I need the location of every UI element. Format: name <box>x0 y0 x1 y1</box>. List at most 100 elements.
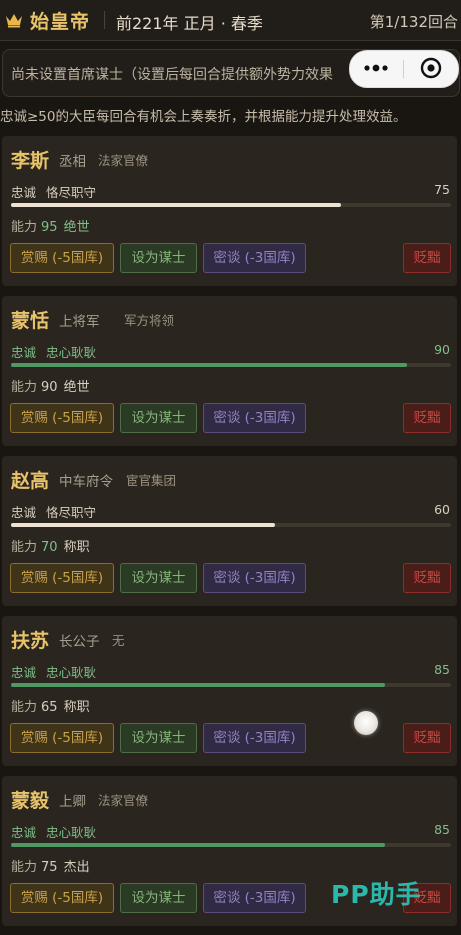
minister-card: 蒙恬 上将军 军方将领 忠诚 忠心耿耿 90 能力 90 绝世 赏赐 (-5国库) 设… <box>2 296 457 446</box>
top-bar: 始皇帝 前221年 正月 · 春季 第1/132回合 <box>0 0 461 41</box>
loyalty-bar <box>11 683 451 687</box>
secret-talk-button[interactable]: 密谈 (-3国库) <box>203 563 306 593</box>
ability-label: 能力 <box>11 220 38 235</box>
touch-cursor <box>354 711 378 735</box>
ability-row: 能力 90 绝世 <box>11 376 90 395</box>
ability-grade: 绝世 <box>63 220 90 235</box>
header-divider <box>104 11 105 29</box>
loyalty-bar-fill <box>11 363 407 367</box>
loyalty-bar-fill <box>11 843 385 847</box>
set-advisor-button[interactable]: 设为谋士 <box>120 883 197 913</box>
loyalty-row: 忠诚 恪尽职守 <box>11 182 96 201</box>
loyalty-bar-fill <box>11 683 385 687</box>
loyalty-value: 85 <box>434 662 450 677</box>
ability-grade: 杰出 <box>63 860 90 875</box>
ability-value: 70 <box>41 540 58 555</box>
minister-name: 扶苏 <box>11 630 50 652</box>
loyalty-bar <box>11 843 451 847</box>
loyalty-label: 忠诚 <box>11 505 37 520</box>
ability-label: 能力 <box>11 540 38 555</box>
minister-card: 赵高 中车府令 宦官集团 忠诚 恪尽职守 60 能力 70 称职 赏赐 (-5国库) … <box>2 456 457 606</box>
watermark-text: PP助手 <box>331 880 422 909</box>
chief-advisor-text: 尚未设置首席谋士（设置后每回合提供额外势力效果 <box>11 67 333 83</box>
minister-faction: 军方将领 <box>124 313 175 328</box>
demote-button[interactable]: 贬黜 <box>403 403 451 433</box>
minister-faction: 法家官僚 <box>98 793 149 808</box>
reward-button[interactable]: 赏赐 (-5国库) <box>10 403 114 433</box>
loyalty-bar <box>11 363 451 367</box>
game-date: 前221年 正月 · 春季 <box>116 14 263 33</box>
minister-rank: 长公子 <box>59 634 100 650</box>
minister-card: 李斯 丞相 法家官僚 忠诚 恪尽职守 75 能力 95 绝世 赏赐 (-5国库) 设为… <box>2 136 457 286</box>
ability-row: 能力 75 杰出 <box>11 856 90 875</box>
target-circle-icon[interactable] <box>420 57 442 79</box>
loyalty-desc: 忠心耿耿 <box>46 665 97 680</box>
secret-talk-button[interactable]: 密谈 (-3国库) <box>203 723 306 753</box>
minister-rank: 上将军 <box>59 314 100 330</box>
ability-grade: 称职 <box>63 700 90 715</box>
loyalty-value: 90 <box>434 342 450 357</box>
loyalty-value: 60 <box>434 502 450 517</box>
demote-button[interactable]: 贬黜 <box>403 723 451 753</box>
loyalty-desc: 忠心耿耿 <box>46 825 97 840</box>
loyalty-label: 忠诚 <box>11 185 37 200</box>
minister-name: 李斯 <box>11 150 50 172</box>
loyalty-desc: 忠心耿耿 <box>46 345 97 360</box>
minister-faction: 宦官集团 <box>126 473 177 488</box>
round-counter: 第1/132回合 <box>369 13 458 31</box>
more-dots-icon[interactable] <box>362 58 390 78</box>
loyalty-desc: 恪尽职守 <box>46 185 97 200</box>
set-advisor-button[interactable]: 设为谋士 <box>120 243 197 273</box>
mini-program-capsule <box>349 50 459 88</box>
ability-row: 能力 70 称职 <box>11 536 90 555</box>
reward-button[interactable]: 赏赐 (-5国库) <box>10 243 114 273</box>
minister-name: 蒙毅 <box>11 790 50 812</box>
set-advisor-button[interactable]: 设为谋士 <box>120 403 197 433</box>
loyalty-label: 忠诚 <box>11 665 37 680</box>
loyalty-label: 忠诚 <box>11 825 37 840</box>
reward-button[interactable]: 赏赐 (-5国库) <box>10 883 114 913</box>
ability-label: 能力 <box>11 700 38 715</box>
ability-value: 95 <box>41 220 58 235</box>
loyalty-value: 85 <box>434 822 450 837</box>
demote-button[interactable]: 贬黜 <box>403 243 451 273</box>
set-advisor-button[interactable]: 设为谋士 <box>120 723 197 753</box>
crown-icon <box>6 14 22 28</box>
capsule-divider <box>403 60 404 78</box>
game-title: 始皇帝 <box>30 11 91 33</box>
loyalty-row: 忠诚 忠心耿耿 <box>11 822 96 841</box>
ability-value: 75 <box>41 860 58 875</box>
secret-talk-button[interactable]: 密谈 (-3国库) <box>203 243 306 273</box>
ability-label: 能力 <box>11 860 38 875</box>
reward-button[interactable]: 赏赐 (-5国库) <box>10 563 114 593</box>
ability-row: 能力 95 绝世 <box>11 216 90 235</box>
ability-label: 能力 <box>11 380 38 395</box>
set-advisor-button[interactable]: 设为谋士 <box>120 563 197 593</box>
loyalty-bar-fill <box>11 523 275 527</box>
loyalty-bar-fill <box>11 203 341 207</box>
minister-rank: 上卿 <box>59 794 86 810</box>
loyalty-bar <box>11 523 451 527</box>
loyalty-bar <box>11 203 451 207</box>
minister-card: 扶苏 长公子 无 忠诚 忠心耿耿 85 能力 65 称职 赏赐 (-5国库) 设为谋士… <box>2 616 457 766</box>
demote-button[interactable]: 贬黜 <box>403 563 451 593</box>
ability-grade: 绝世 <box>63 380 90 395</box>
minister-rank: 中车府令 <box>59 474 113 490</box>
secret-talk-button[interactable]: 密谈 (-3国库) <box>203 883 306 913</box>
secret-talk-button[interactable]: 密谈 (-3国库) <box>203 403 306 433</box>
loyalty-value: 75 <box>434 182 450 197</box>
ability-value: 90 <box>41 380 58 395</box>
minister-name: 蒙恬 <box>11 310 50 332</box>
loyalty-label: 忠诚 <box>11 345 37 360</box>
loyalty-row: 忠诚 忠心耿耿 <box>11 662 96 681</box>
reward-button[interactable]: 赏赐 (-5国库) <box>10 723 114 753</box>
minister-faction: 无 <box>112 633 125 648</box>
minister-faction: 法家官僚 <box>98 153 149 168</box>
ability-row: 能力 65 称职 <box>11 696 90 715</box>
ability-value: 65 <box>41 700 58 715</box>
ability-grade: 称职 <box>63 540 90 555</box>
loyalty-notice: 忠诚≥50的大臣每回合有机会上奏奏折，并根据能力提升处理效益。 <box>0 109 407 125</box>
minister-rank: 丞相 <box>59 154 86 170</box>
loyalty-desc: 恪尽职守 <box>46 505 97 520</box>
minister-name: 赵高 <box>11 470 50 492</box>
